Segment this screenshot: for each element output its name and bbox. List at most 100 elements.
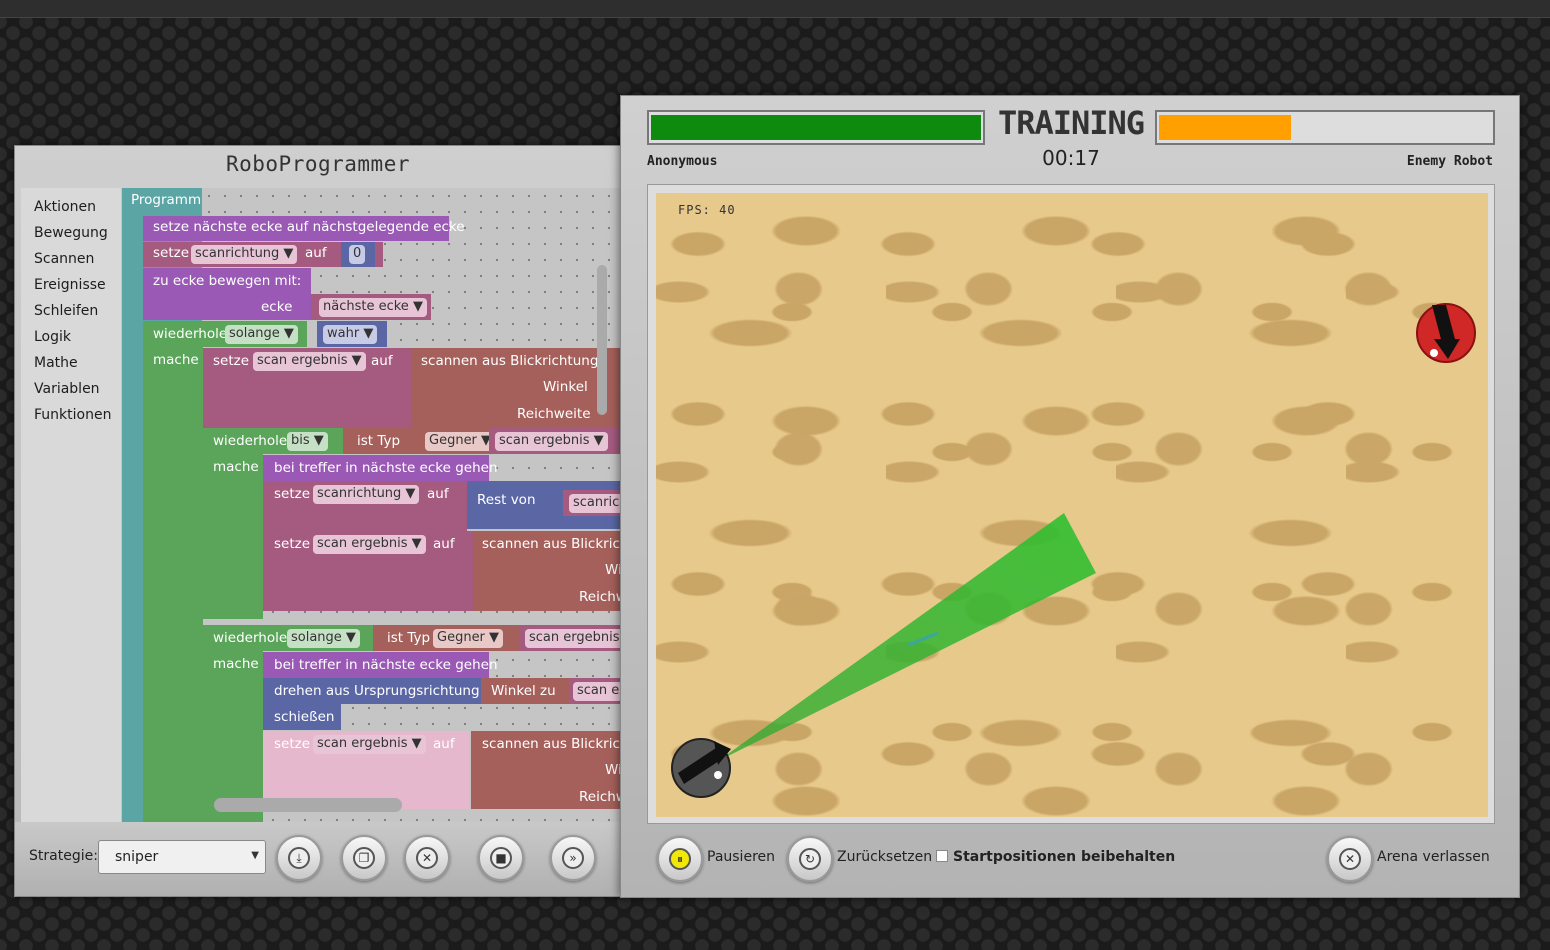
- category-scannen[interactable]: Scannen: [34, 251, 94, 267]
- workspace-horizontal-scrollbar[interactable]: [214, 798, 402, 812]
- gegner-dropdown[interactable]: Gegner ▼: [425, 432, 496, 451]
- program-label: Programm: [131, 192, 202, 208]
- block-workspace[interactable]: Programm setze nächste ecke auf nächstge…: [121, 188, 621, 822]
- programmer-toolbar: Strategie: sniper ▼ ⤓ ❐ ✕ ■ »: [15, 822, 625, 896]
- enemy-health-bar: [1155, 110, 1495, 145]
- pause-label: Pausieren: [707, 849, 775, 865]
- block-category-sidebar: Aktionen Bewegung Scannen Ereignisse Sch…: [21, 188, 121, 822]
- nearest-corner-text: nächste ecke: [323, 299, 409, 314]
- auf-label-4: auf: [433, 536, 455, 552]
- stop-button[interactable]: ■: [478, 835, 524, 881]
- rest-von-label: Rest von: [477, 492, 536, 508]
- stop-icon: ■: [490, 847, 512, 869]
- arena-field: FPS: 40: [656, 193, 1488, 817]
- setze-label-2: setze: [213, 353, 250, 369]
- bis-dropdown[interactable]: bis ▼: [287, 432, 328, 451]
- scan-result-text-3: scan ergebnis: [317, 536, 408, 551]
- move-corner-label: zu ecke bewegen mit:: [153, 273, 302, 289]
- winkel-zu-label: Winkel zu: [491, 683, 556, 699]
- leave-arena-button[interactable]: ✕: [1327, 836, 1373, 882]
- number-value[interactable]: 0: [349, 245, 366, 264]
- scan-result-dropdown[interactable]: scan ergebnis ▼: [253, 352, 366, 371]
- gegner-dropdown-2[interactable]: Gegner ▼: [433, 629, 504, 648]
- category-logik[interactable]: Logik: [34, 329, 71, 345]
- workspace-vertical-scrollbar[interactable]: [597, 265, 607, 415]
- scanrichtung-dropdown[interactable]: scanrichtung ▼: [191, 245, 298, 264]
- auf-label-5: auf: [433, 736, 455, 752]
- solange-text-2: solange: [291, 630, 342, 645]
- scan-result-dropdown-4[interactable]: scan ergebnis: [525, 629, 621, 648]
- wiederhole-label-2: wiederhole: [213, 433, 288, 449]
- scan-result-dropdown-3[interactable]: scan ergebnis ▼: [313, 535, 426, 554]
- programmer-title: RoboProgrammer: [225, 152, 410, 176]
- scan-result-dropdown-2[interactable]: scan ergebnis ▼: [495, 432, 608, 451]
- mache-label: mache: [153, 352, 199, 368]
- scan-from-direction-label-3: scannen aus Blickricht: [482, 736, 621, 752]
- nearest-corner-dropdown[interactable]: nächste ecke ▼: [319, 298, 427, 317]
- ist-typ-label: ist Typ: [357, 433, 401, 449]
- gegner-text-2: Gegner: [437, 630, 485, 645]
- ist-typ-label-2: ist Typ: [387, 630, 431, 646]
- on-hit-label-2: bei treffer in nächste ecke gehen: [274, 657, 498, 673]
- refresh-icon: ↻: [799, 848, 821, 870]
- scan-from-direction-label: scannen aus Blickrichtung: [421, 353, 599, 369]
- scan-beam: [718, 513, 1096, 761]
- keep-positions-label: Startpositionen beibehalten: [953, 849, 1176, 865]
- scanrichtung-dropdown-2[interactable]: scanrichtung ▼: [313, 485, 420, 504]
- clear-button[interactable]: ✕: [404, 835, 450, 881]
- robo-programmer-panel: RoboProgrammer Aktionen Bewegung Scannen…: [14, 145, 626, 897]
- setze-label-3: setze: [274, 486, 311, 502]
- player-robot: [671, 738, 731, 798]
- mache-label-3: mache: [213, 656, 259, 672]
- chevron-down-icon: ▼: [251, 850, 259, 861]
- enemy-name: Enemy Robot: [1406, 154, 1493, 169]
- auf-label: auf: [305, 245, 327, 261]
- download-icon: ⤓: [288, 847, 310, 869]
- wiederhole-label-3: wiederhole: [213, 630, 288, 646]
- strategy-label: Strategie:: [29, 848, 98, 864]
- strategy-select[interactable]: sniper ▼: [98, 840, 266, 874]
- repeat-body: [143, 347, 203, 822]
- category-funktionen[interactable]: Funktionen: [34, 407, 111, 423]
- winkel-label-3: Wi: [605, 762, 621, 778]
- run-button[interactable]: »: [550, 835, 596, 881]
- scan-result-text-6: scan ergebnis: [317, 736, 408, 751]
- scan-result-dropdown-6[interactable]: scan ergebnis ▼: [313, 735, 426, 754]
- auf-label-2: auf: [371, 353, 393, 369]
- category-schleifen[interactable]: Schleifen: [34, 303, 98, 319]
- keep-positions-checkbox[interactable]: [936, 850, 948, 862]
- download-button[interactable]: ⤓: [276, 835, 322, 881]
- category-variablen[interactable]: Variablen: [34, 381, 100, 397]
- bis-text: bis: [291, 433, 310, 448]
- solange-dropdown-2[interactable]: solange ▼: [287, 629, 360, 648]
- scanric-text: scanric: [573, 495, 620, 510]
- reset-button[interactable]: ↻: [787, 836, 833, 882]
- setze-label-5: setze: [274, 736, 311, 752]
- strategy-value: sniper: [115, 849, 159, 865]
- solange-text: solange: [229, 326, 280, 341]
- scan-from-direction-label-2: scannen aus Blickricht: [482, 536, 621, 552]
- arena-title: TRAINING: [997, 104, 1145, 142]
- ecke-label: ecke: [261, 299, 293, 315]
- scanrichtung-var-dropdown[interactable]: scanric: [569, 494, 621, 513]
- wahr-dropdown[interactable]: wahr ▼: [323, 325, 378, 344]
- setze-label: setze: [153, 245, 190, 261]
- solange-dropdown[interactable]: solange ▼: [225, 325, 298, 344]
- copy-button[interactable]: ❐: [341, 835, 387, 881]
- gegner-text: Gegner: [429, 433, 477, 448]
- category-ereignisse[interactable]: Ereignisse: [34, 277, 106, 293]
- scan-result-dropdown-5[interactable]: scan e: [573, 682, 621, 701]
- pause-icon: ⏸: [669, 848, 691, 870]
- on-hit-label: bei treffer in nächste ecke gehen: [274, 460, 498, 476]
- enemy-health-fill: [1159, 115, 1291, 140]
- category-bewegung[interactable]: Bewegung: [34, 225, 108, 241]
- wahr-text: wahr: [327, 326, 360, 341]
- category-aktionen[interactable]: Aktionen: [34, 199, 96, 215]
- top-bar: [0, 0, 1550, 18]
- scan-result-text: scan ergebnis: [257, 353, 348, 368]
- scan-result-text-4: scan ergebnis: [529, 630, 620, 645]
- turn-from-origin-label: drehen aus Ursprungsrichtung: [274, 683, 480, 699]
- mache-label-2: mache: [213, 459, 259, 475]
- pause-button[interactable]: ⏸: [657, 836, 703, 882]
- category-mathe[interactable]: Mathe: [34, 355, 78, 371]
